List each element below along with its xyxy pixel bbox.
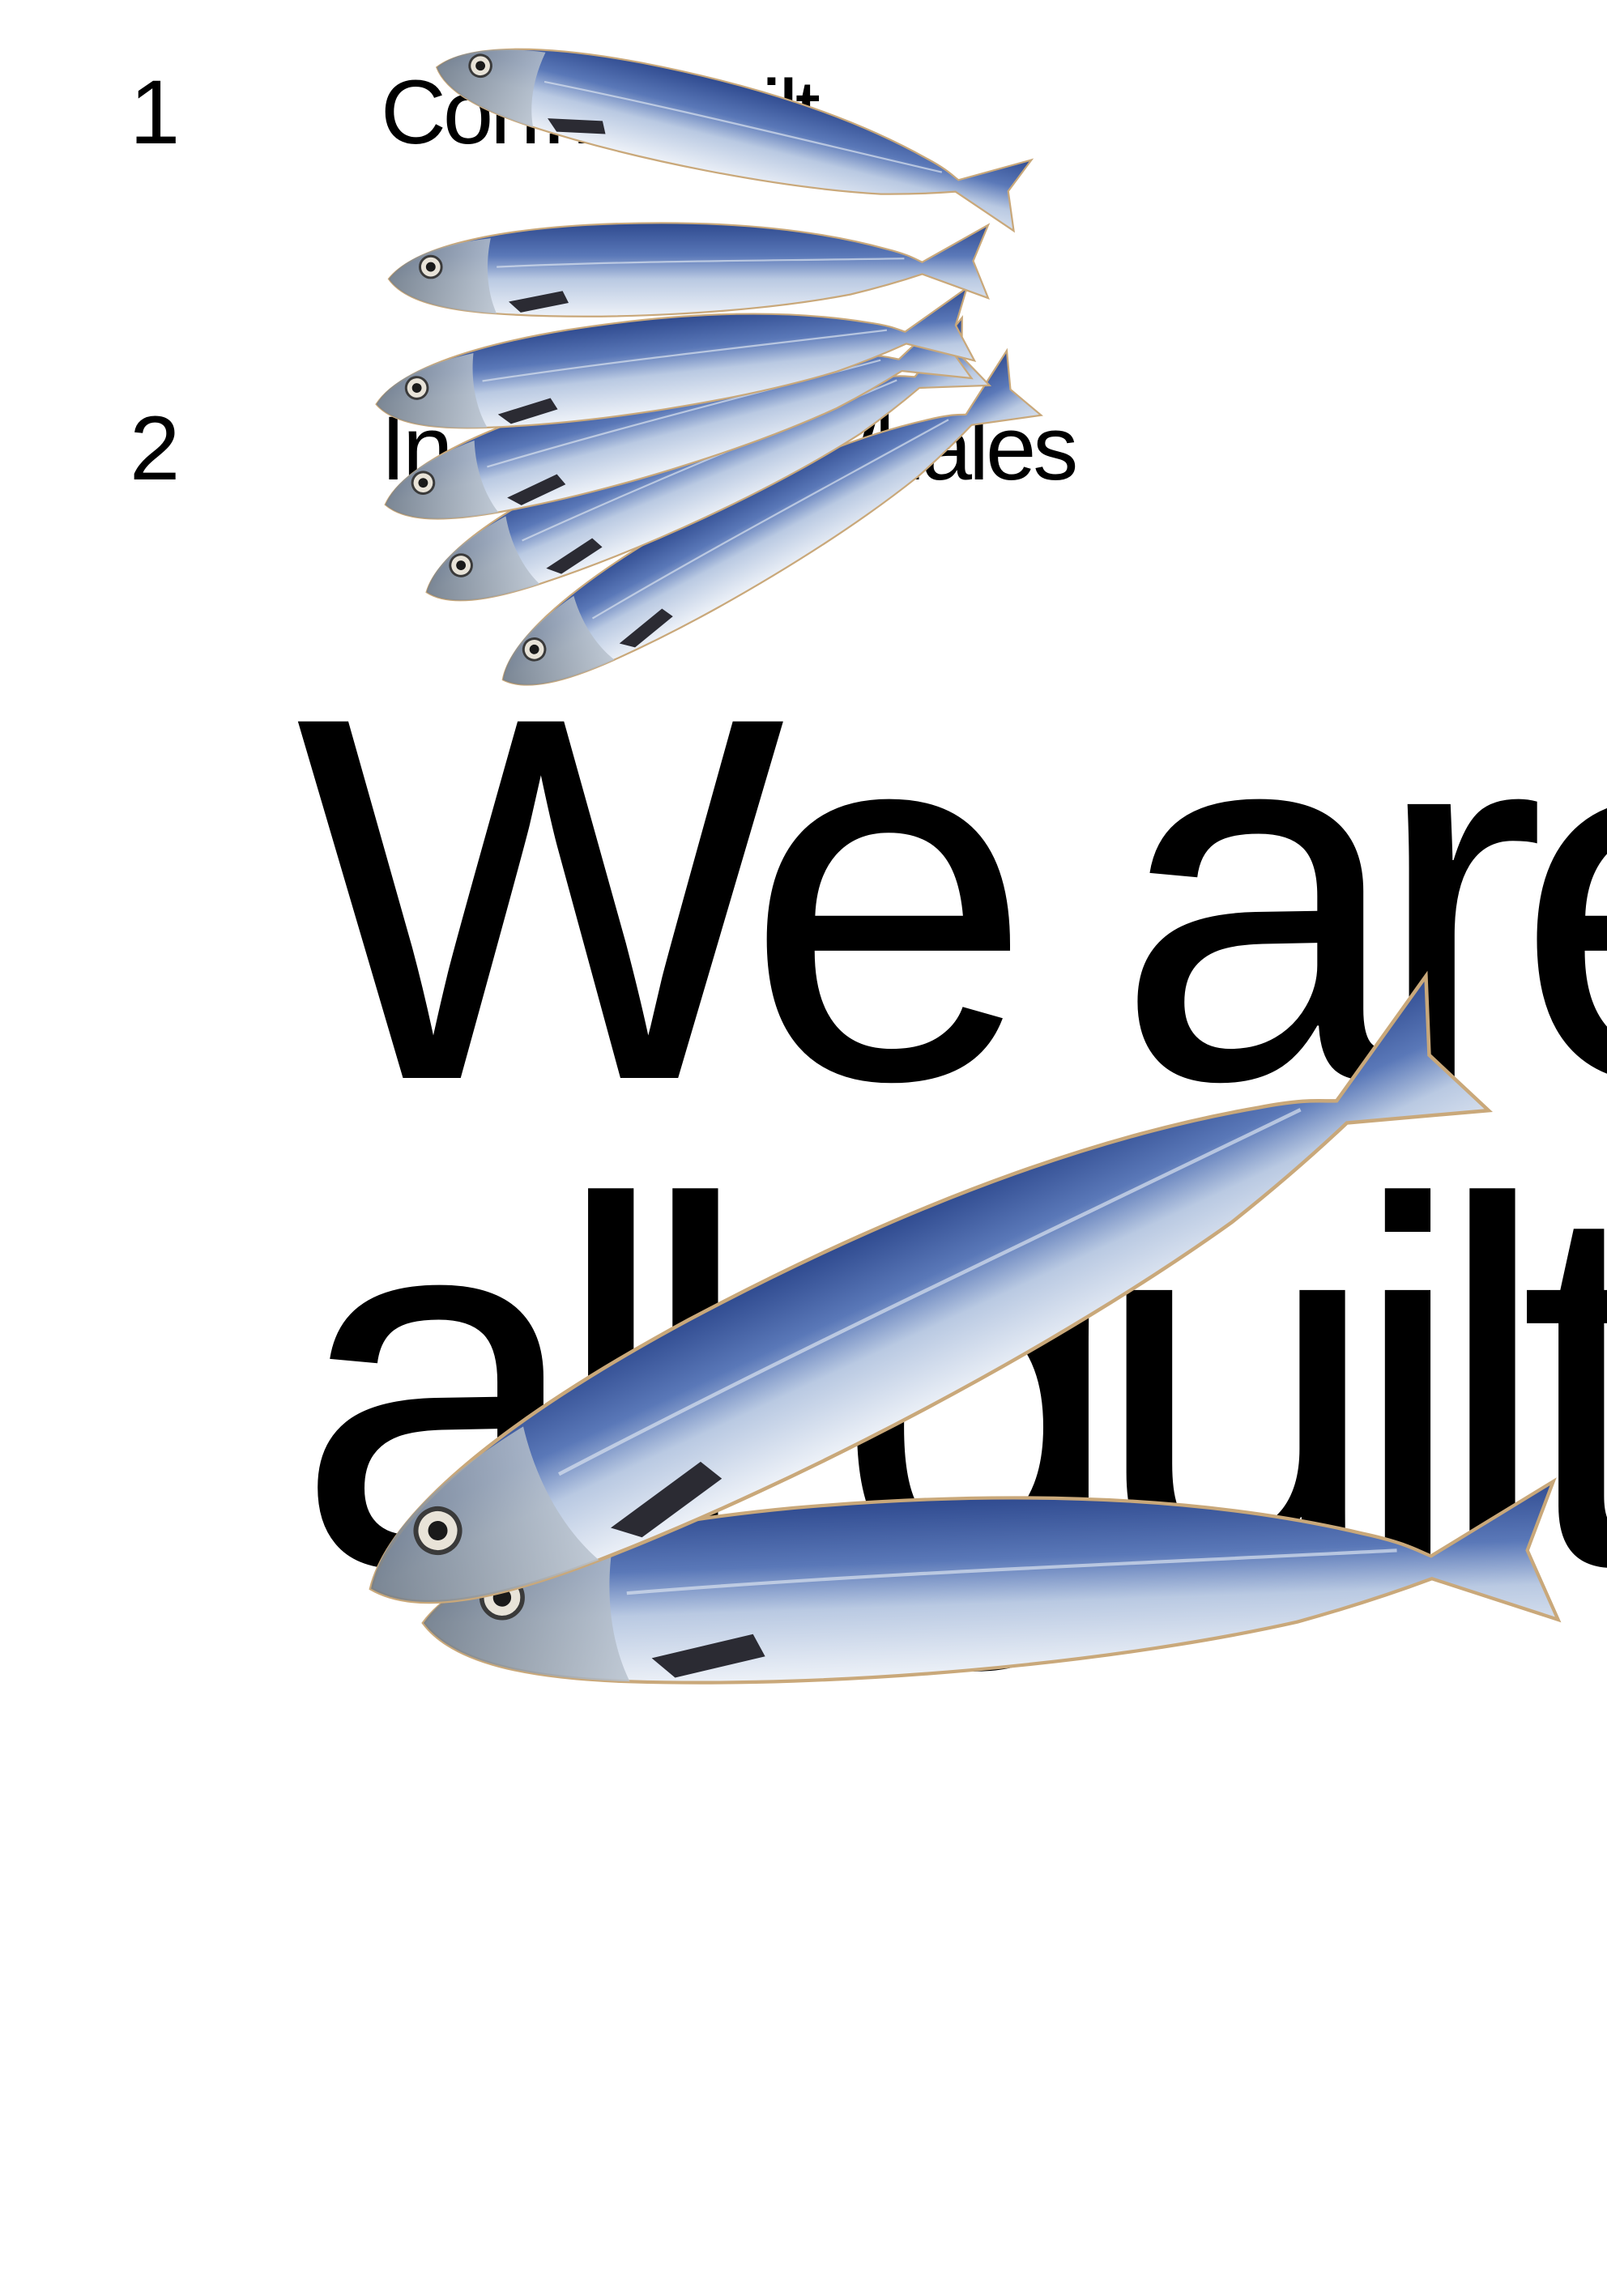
headline: We are all guilt (296, 609, 1607, 1674)
toc-number: 2 (130, 398, 180, 499)
poster-page: 1 Con… Guilt 2 In… ourse Whales We are a… (0, 0, 1607, 2296)
toc-title: In… ourse Whales (381, 398, 1078, 499)
headline-line-1: We are (296, 609, 1607, 1188)
toc-entry-2: 2 In… ourse Whales (130, 398, 1110, 499)
toc-number: 1 (130, 62, 180, 163)
toc-title: Con… Guilt (381, 62, 821, 163)
toc-entry-1: 1 Con… Guilt (130, 62, 1110, 163)
headline-line-2: all guilt (296, 1095, 1607, 1674)
